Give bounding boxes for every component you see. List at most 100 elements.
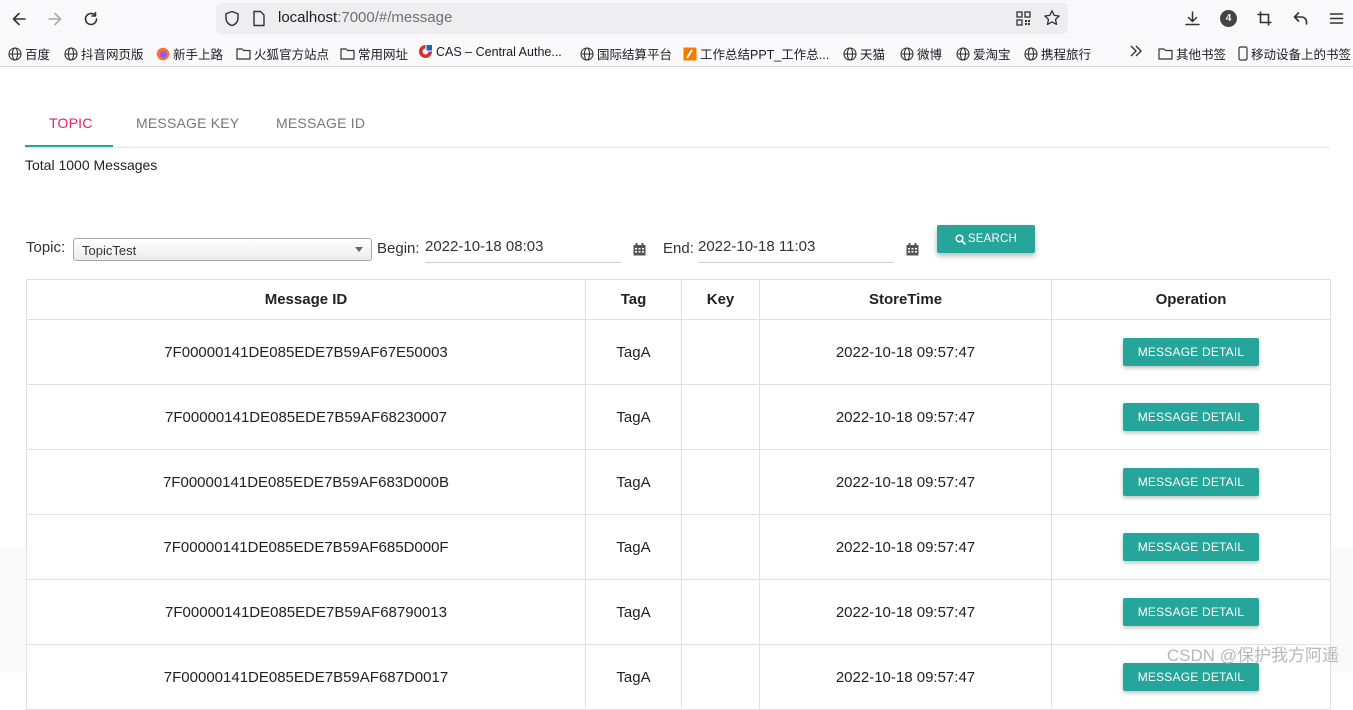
active-tab-indicator <box>25 145 113 147</box>
begin-date-input[interactable]: 2022-10-18 08:03 <box>425 237 621 263</box>
bookmark-item[interactable]: 携程旅行 <box>1024 44 1091 63</box>
calendar-icon[interactable] <box>906 243 919 256</box>
topic-label: Topic: <box>26 239 66 256</box>
calendar-icon[interactable] <box>633 243 646 256</box>
store-time-cell: 2022-10-18 09:57:47 <box>759 514 1052 580</box>
topic-value: TopicTest <box>82 243 137 258</box>
globe-icon <box>8 46 22 61</box>
shield-icon[interactable] <box>224 10 240 27</box>
bookmark-label: 百度 <box>25 48 51 62</box>
forward-button[interactable] <box>43 7 67 31</box>
message-id-cell: 7F00000141DE085EDE7B59AF683D000B <box>26 449 586 515</box>
message-id-cell: 7F00000141DE085EDE7B59AF685D000F <box>26 514 586 580</box>
download-icon[interactable] <box>1184 10 1201 27</box>
globe-icon <box>580 46 594 61</box>
cas-icon <box>418 44 433 59</box>
operation-cell: MESSAGE DETAIL <box>1051 384 1331 450</box>
bookmark-item[interactable]: 国际结算平台 <box>580 44 672 63</box>
address-bar[interactable]: localhost:7000/#/message <box>216 3 1068 34</box>
operation-cell: MESSAGE DETAIL <box>1051 319 1331 385</box>
bookmark-item[interactable]: 抖音网页版 <box>64 44 144 63</box>
tag-cell: TagA <box>585 514 682 580</box>
message-detail-button[interactable]: MESSAGE DETAIL <box>1123 533 1259 561</box>
mobile-device-icon <box>1238 46 1248 61</box>
crop-icon[interactable] <box>1256 10 1273 27</box>
store-time-cell: 2022-10-18 09:57:47 <box>759 384 1052 450</box>
globe-icon <box>843 46 857 61</box>
message-detail-button[interactable]: MESSAGE DETAIL <box>1123 598 1259 626</box>
message-id-cell: 7F00000141DE085EDE7B59AF68790013 <box>26 579 586 645</box>
bookmark-label: 抖音网页版 <box>81 48 144 62</box>
bookmark-item[interactable]: 工作总结PPT_工作总... <box>683 44 829 63</box>
other-bookmarks[interactable]: 其他书签 <box>1158 44 1226 63</box>
reload-icon <box>84 11 98 26</box>
firefox-icon <box>156 47 170 61</box>
end-label: End: <box>663 240 694 257</box>
search-button[interactable]: SEARCH <box>937 225 1035 253</box>
tag-cell: TagA <box>585 579 682 645</box>
bookmark-label: 国际结算平台 <box>597 48 673 62</box>
bookmark-label: 爱淘宝 <box>973 48 1011 62</box>
star-bookmark-icon[interactable] <box>1043 9 1061 27</box>
chevrons-right-icon <box>1130 45 1142 57</box>
globe-icon <box>64 46 78 61</box>
header-tag: Tag <box>585 279 682 320</box>
folder-icon <box>340 47 355 60</box>
topic-select[interactable]: TopicTest <box>73 238 372 261</box>
table-row: 7F00000141DE085EDE7B59AF685D000F TagA 2022… <box>26 514 1331 580</box>
bookmark-label: 天猫 <box>860 48 886 62</box>
message-id-cell: 7F00000141DE085EDE7B59AF687D0017 <box>26 644 586 710</box>
key-cell <box>681 384 760 450</box>
key-cell <box>681 514 760 580</box>
menu-icon[interactable] <box>1328 10 1345 27</box>
mobile-bookmarks[interactable]: 移动设备上的书签 <box>1238 44 1351 63</box>
bookmark-label: 微博 <box>917 48 943 62</box>
table-row: 7F00000141DE085EDE7B59AF68790013 TagA 2022… <box>26 579 1331 645</box>
bookmark-item[interactable]: 天猫 <box>843 44 885 63</box>
back-button[interactable] <box>7 7 31 31</box>
tag-cell: TagA <box>585 384 682 450</box>
tab-message-id[interactable]: MESSAGE ID <box>276 115 365 131</box>
tag-cell: TagA <box>585 319 682 385</box>
bookmark-item[interactable]: CAS – Central Authe... <box>418 44 562 59</box>
table-row: 7F00000141DE085EDE7B59AF68230007 TagA 2022… <box>26 384 1331 450</box>
url-text[interactable]: localhost:7000/#/message <box>278 9 452 26</box>
bookmark-item[interactable]: 常用网址 <box>340 44 408 63</box>
globe-icon <box>1024 46 1038 61</box>
message-detail-button[interactable]: MESSAGE DETAIL <box>1123 403 1259 431</box>
chevron-down-icon <box>355 247 363 252</box>
bookmark-label: 新手上路 <box>173 48 224 62</box>
header-key: Key <box>681 279 760 320</box>
bookmark-item[interactable]: 火狐官方站点 <box>236 44 329 63</box>
bookmark-item[interactable]: 爱淘宝 <box>956 44 1011 63</box>
end-date-input[interactable]: 2022-10-18 11:03 <box>698 237 894 263</box>
message-detail-button[interactable]: MESSAGE DETAIL <box>1123 468 1259 496</box>
page-icon[interactable] <box>252 10 266 27</box>
bookmark-item[interactable]: 新手上路 <box>156 44 223 63</box>
store-time-cell: 2022-10-18 09:57:47 <box>759 449 1052 515</box>
extension-badge[interactable]: 4 <box>1220 10 1237 27</box>
search-tabs: TOPIC MESSAGE KEY MESSAGE ID <box>25 101 1330 148</box>
undo-icon[interactable] <box>1292 10 1309 27</box>
watermark: CSDN @保护我方阿遥 <box>1166 646 1339 665</box>
back-arrow-icon <box>12 12 26 26</box>
message-detail-button[interactable]: MESSAGE DETAIL <box>1123 663 1259 691</box>
key-cell <box>681 449 760 515</box>
key-cell <box>681 319 760 385</box>
tab-message-key[interactable]: MESSAGE KEY <box>136 115 239 131</box>
bookmarks-overflow[interactable] <box>1128 44 1144 58</box>
bookmark-item[interactable]: 百度 <box>8 44 50 63</box>
store-time-cell: 2022-10-18 09:57:47 <box>759 644 1052 710</box>
header-message-id: Message ID <box>26 279 586 320</box>
message-detail-button[interactable]: MESSAGE DETAIL <box>1123 338 1259 366</box>
folder-icon <box>1158 48 1173 60</box>
table-row: 7F00000141DE085EDE7B59AF67E50003 TagA 2022… <box>26 319 1331 385</box>
header-store-time: StoreTime <box>759 279 1052 320</box>
header-operation: Operation <box>1051 279 1331 320</box>
key-cell <box>681 644 760 710</box>
reload-button[interactable] <box>79 7 103 31</box>
bookmark-item[interactable]: 微博 <box>900 44 942 63</box>
message-id-cell: 7F00000141DE085EDE7B59AF68230007 <box>26 384 586 450</box>
tab-topic[interactable]: TOPIC <box>49 115 93 131</box>
qr-code-icon[interactable] <box>1016 11 1031 26</box>
